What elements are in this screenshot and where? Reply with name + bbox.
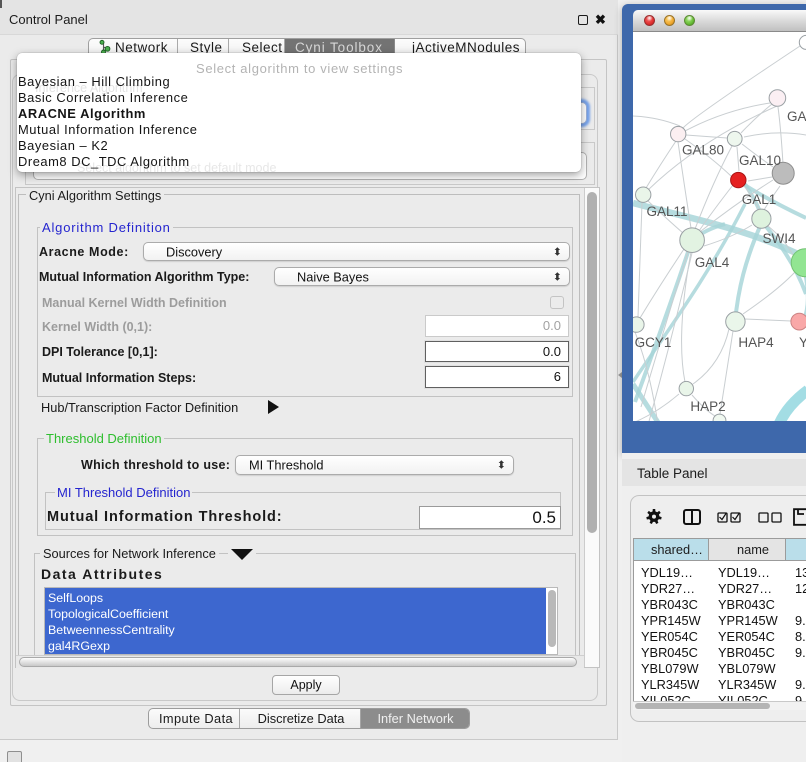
svg-text:SWI4: SWI4 [762,231,795,246]
svg-text:GCY1: GCY1 [635,335,672,350]
svg-text:GAL10: GAL10 [739,153,781,168]
svg-text:GAL4: GAL4 [695,255,730,270]
svg-text:GAL80: GAL80 [682,143,724,158]
svg-text:GAL11: GAL11 [646,204,687,219]
svg-text:GAL1: GAL1 [742,192,777,207]
svg-text:HAP2: HAP2 [690,399,725,414]
svg-text:GAL7: GAL7 [787,109,806,124]
svg-text:HAP4: HAP4 [738,335,774,350]
svg-text:Y: Y [799,335,806,350]
